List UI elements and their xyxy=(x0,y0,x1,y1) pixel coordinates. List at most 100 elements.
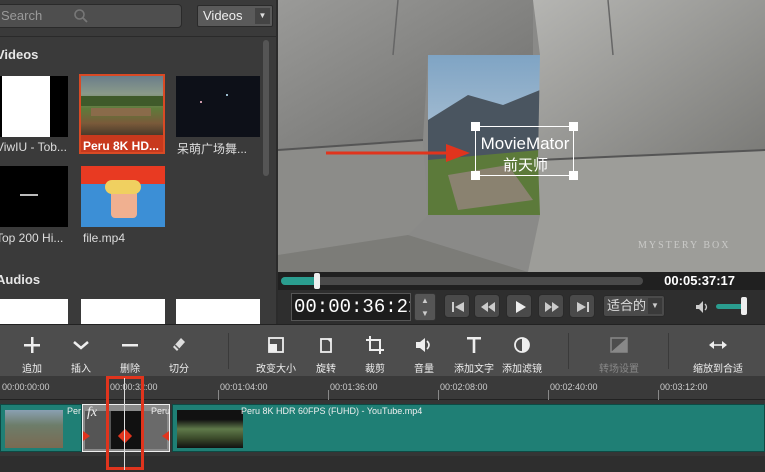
add-filter-button[interactable]: 添加滤镜 xyxy=(498,325,546,377)
ruler-label: 00:03:12:00 xyxy=(660,382,708,392)
speaker-icon xyxy=(416,338,430,352)
skip-to-end-button[interactable] xyxy=(569,294,595,318)
media-thumb-audio-1[interactable] xyxy=(0,299,68,324)
add-text-button[interactable]: 添加文字 xyxy=(450,325,498,377)
media-thumb-audio-3[interactable] xyxy=(176,299,260,324)
zoom-fit-select[interactable]: 适合的 ▼ xyxy=(603,295,665,317)
progress-handle[interactable] xyxy=(314,273,321,289)
volume-button[interactable]: 音量 xyxy=(404,325,444,377)
zoom-to-fit-button[interactable]: 缩放到合适 xyxy=(688,325,748,377)
media-thumb-4[interactable] xyxy=(0,166,68,227)
keyframe-right[interactable] xyxy=(162,431,169,441)
rewind-icon xyxy=(481,302,495,312)
watermark: MYSTERY BOX xyxy=(638,240,731,251)
media-thumb-audio-2[interactable] xyxy=(81,299,165,324)
ruler-label: 00:01:36:00 xyxy=(330,382,378,392)
toolbar-divider xyxy=(228,333,229,369)
resize-handle-bl[interactable] xyxy=(471,171,480,180)
arrows-horizontal-icon xyxy=(709,341,727,349)
section-audios-heading: Audios xyxy=(0,272,41,287)
playhead-line[interactable] xyxy=(124,378,125,470)
media-thumb-3[interactable] xyxy=(176,76,260,137)
media-category-value: Videos xyxy=(203,8,243,23)
ruler-label: 00:01:04:00 xyxy=(220,382,268,392)
skip-to-start-button[interactable] xyxy=(444,294,470,318)
search-icon xyxy=(74,9,88,23)
media-thumb-1[interactable] xyxy=(0,76,68,137)
plus-icon xyxy=(24,337,40,353)
total-duration: 00:05:37:17 xyxy=(664,273,735,288)
clip-label: Peru xyxy=(151,406,170,416)
edit-toolbar: 追加 插入 删除 切分 改变大小 旋转 裁剪 音量 添加文字 添加滤镜 转场设置… xyxy=(0,324,765,376)
crop-label: 裁剪 xyxy=(365,364,385,375)
text-icon xyxy=(467,337,481,353)
keyframe-left[interactable] xyxy=(83,431,90,441)
overlay-subtitle: 前天师 xyxy=(502,157,548,174)
timecode-field[interactable]: 00:00:36:21 xyxy=(291,293,411,321)
transition-settings-label: 转场设置 xyxy=(599,364,639,375)
razor-icon xyxy=(173,338,185,351)
overlay-title: MovieMator xyxy=(480,134,570,153)
media-thumb-2[interactable] xyxy=(81,76,163,135)
crop-icon xyxy=(366,336,384,354)
insert-button[interactable]: 插入 xyxy=(61,325,101,377)
play-button[interactable] xyxy=(506,294,532,318)
text-overlay-box[interactable]: MovieMator 前天师 xyxy=(471,122,578,180)
resize-label: 改变大小 xyxy=(256,364,296,375)
resize-handle-tl[interactable] xyxy=(471,122,480,131)
ruler-tick xyxy=(218,390,219,400)
rotate-label: 旋转 xyxy=(316,364,336,375)
fast-forward-icon xyxy=(545,302,559,312)
toolbar-divider xyxy=(668,333,669,369)
resize-icon xyxy=(268,337,284,353)
delete-button[interactable]: 删除 xyxy=(110,325,150,377)
crop-button[interactable]: 裁剪 xyxy=(355,325,395,377)
transition-settings-button[interactable]: 转场设置 xyxy=(594,325,644,377)
skip-end-icon xyxy=(577,302,589,312)
split-button[interactable]: 切分 xyxy=(159,325,199,377)
insert-label: 插入 xyxy=(71,364,91,375)
timeline-clip-main[interactable]: Peru 8K HDR 60FPS (FUHD) - YouTube.mp4 xyxy=(172,404,765,452)
highlight-box xyxy=(106,376,144,470)
ruler-label: 00:00:00:00 xyxy=(2,382,50,392)
ruler-tick xyxy=(328,390,329,400)
progress-track[interactable] xyxy=(281,277,643,285)
delete-label: 删除 xyxy=(120,364,140,375)
media-label-2: Peru 8K HD... xyxy=(83,139,160,153)
clip-label: Peru 8K HDR 60FPS (FUHD) - YouTube.mp4 xyxy=(241,406,423,416)
play-icon xyxy=(516,301,526,313)
rotate-button[interactable]: 旋转 xyxy=(306,325,346,377)
add-button[interactable]: 追加 xyxy=(12,325,52,377)
split-label: 切分 xyxy=(169,364,189,375)
search-input[interactable]: Search xyxy=(0,4,182,28)
timecode-stepper[interactable]: ▲ ▼ xyxy=(414,293,436,321)
timeline-clip-1[interactable]: Peru xyxy=(0,404,82,452)
volume-icon[interactable] xyxy=(695,299,711,315)
media-label-4: Top 200 Hi... xyxy=(0,231,64,245)
media-thumb-5[interactable] xyxy=(81,166,165,227)
toolbar-divider xyxy=(568,333,569,369)
rewind-button[interactable] xyxy=(474,294,500,318)
resize-button[interactable]: 改变大小 xyxy=(252,325,300,377)
progress-fill xyxy=(281,277,318,285)
media-label-5: file.mp4 xyxy=(83,231,126,245)
chevron-down-icon xyxy=(73,341,89,350)
minus-icon xyxy=(122,344,138,347)
media-category-select[interactable]: Videos ▼ xyxy=(197,5,273,27)
resize-handle-tr[interactable] xyxy=(569,122,578,131)
chevron-down-icon: ▼ xyxy=(255,8,270,24)
clip-thumbnail xyxy=(141,411,167,449)
clip-thumbnail xyxy=(177,410,243,448)
clip-label: Peru xyxy=(67,406,82,416)
fast-forward-button[interactable] xyxy=(538,294,564,318)
playback-progress[interactable]: 00:05:37:17 xyxy=(278,272,765,290)
clip-thumbnail xyxy=(5,410,63,448)
ruler-tick xyxy=(548,390,549,400)
video-preview[interactable]: MovieMator 前天师 MYSTERY BOX xyxy=(278,0,765,272)
resize-handle-br[interactable] xyxy=(569,171,578,180)
volume-handle[interactable] xyxy=(741,297,747,315)
ruler-label: 00:02:40:00 xyxy=(550,382,598,392)
zoom-to-fit-label: 缩放到合适 xyxy=(693,364,743,375)
chevron-down-icon: ▼ xyxy=(648,298,662,314)
divider xyxy=(0,36,276,37)
